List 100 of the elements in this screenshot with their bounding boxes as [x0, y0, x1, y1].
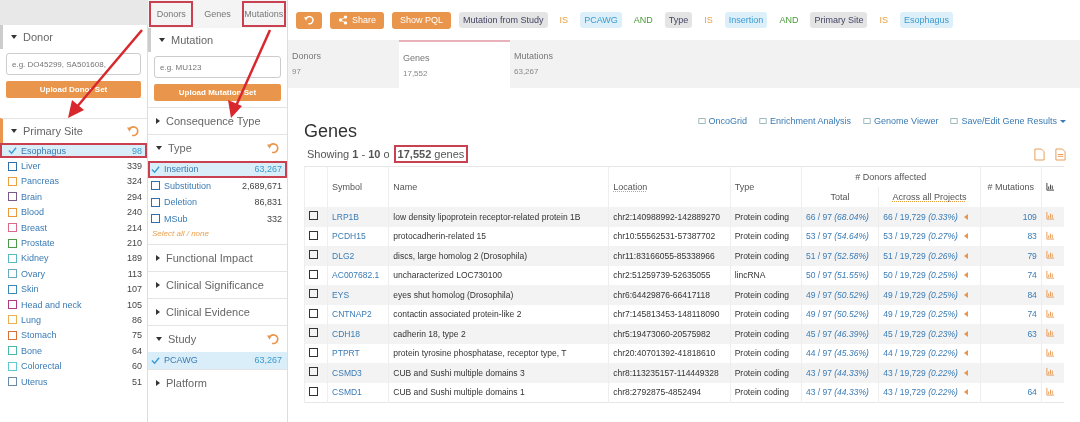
donor-count-link[interactable]: 51 / 97 (52.58%)	[805, 250, 869, 261]
facet-term[interactable]: Uterus 51	[0, 373, 147, 390]
facet-term[interactable]: MSub 332	[148, 210, 287, 227]
donor-count-link[interactable]: 44 / 97 (45.36%)	[805, 348, 869, 359]
facet-term[interactable]: Insertion 63,267	[148, 161, 287, 178]
result-tab[interactable]: Mutations 63,267	[510, 40, 621, 88]
checkbox[interactable]	[8, 223, 17, 233]
export-icon[interactable]	[1034, 147, 1045, 161]
donor-count-link[interactable]: 49 / 19,729 (0.25%)	[883, 309, 958, 320]
facet-header[interactable]: Platform	[148, 368, 287, 396]
checkbox[interactable]	[8, 269, 17, 279]
checkbox[interactable]	[8, 284, 17, 294]
bar-chart-icon[interactable]	[1045, 181, 1055, 191]
checkbox[interactable]	[8, 238, 17, 248]
result-tab[interactable]: Donors 97	[288, 40, 399, 88]
mutation-count-link[interactable]: 79	[1027, 250, 1037, 261]
facet-header[interactable]: Clinical Evidence	[148, 298, 287, 325]
donor-count-link[interactable]: 53 / 97 (54.64%)	[805, 231, 869, 242]
donor-count-link[interactable]: 50 / 97 (51.55%)	[805, 270, 869, 281]
donor-count-link[interactable]: 45 / 97 (46.39%)	[805, 328, 869, 339]
checkbox[interactable]	[8, 161, 17, 171]
checkbox[interactable]	[8, 346, 17, 356]
checkbox[interactable]	[151, 181, 160, 191]
checkbox[interactable]	[8, 315, 17, 325]
mutation-count-link[interactable]: 74	[1027, 309, 1037, 320]
facet-term[interactable]: Colorectal 60	[0, 358, 147, 374]
action-link[interactable]: OncoGrid	[697, 116, 747, 126]
mutation-count-link[interactable]: 109	[1022, 211, 1037, 222]
checkbox[interactable]	[309, 230, 318, 240]
query-chip[interactable]: Type	[664, 12, 693, 28]
donor-count-link[interactable]: 49 / 19,729 (0.25%)	[883, 289, 958, 300]
checkbox[interactable]	[309, 250, 318, 260]
checkbox[interactable]	[8, 176, 17, 186]
checkbox[interactable]	[309, 211, 318, 221]
facet-term[interactable]: Ovary 113	[0, 266, 147, 282]
donor-count-link[interactable]: 44 / 19,729 (0.22%)	[883, 348, 958, 359]
gene-link[interactable]: LRP1B	[332, 211, 359, 222]
gene-link[interactable]: CDH18	[332, 328, 360, 339]
donor-count-link[interactable]: 49 / 97 (50.52%)	[805, 289, 869, 300]
facet-header[interactable]: Functional Impact	[148, 244, 287, 271]
facet-term[interactable]: Liver 339	[0, 158, 147, 174]
gene-link[interactable]: CNTNAP2	[332, 309, 372, 320]
donor-count-link[interactable]: 43 / 97 (44.33%)	[805, 367, 869, 378]
donor-count-link[interactable]: 66 / 19,729 (0.33%)	[883, 211, 958, 222]
checkbox[interactable]	[8, 253, 17, 263]
facet-term[interactable]: Blood 240	[0, 204, 147, 220]
facet-term[interactable]: Deletion 86,831	[148, 194, 287, 211]
donor-count-link[interactable]: 50 / 19,729 (0.25%)	[883, 270, 958, 281]
action-link[interactable]: Genome Viewer	[863, 116, 939, 126]
query-chip[interactable]: PCAWG	[580, 12, 622, 28]
undo-icon[interactable]	[267, 142, 279, 154]
checkbox[interactable]	[8, 361, 17, 371]
gene-link[interactable]: EYS	[332, 289, 350, 300]
facet-header[interactable]: Donor	[0, 25, 147, 49]
gene-link[interactable]: PTPRT	[332, 348, 360, 359]
mutation-search-field[interactable]: e.g. MU123	[154, 56, 281, 78]
facet-tab[interactable]: Donors	[148, 0, 195, 28]
facet-term[interactable]: Lung 86	[0, 312, 147, 328]
gene-link[interactable]: PCDH15	[332, 231, 366, 242]
facet-term[interactable]: Prostate 210	[0, 235, 147, 251]
facet-term[interactable]: Bone 64	[0, 343, 147, 359]
mutation-count-link[interactable]: 84	[1027, 289, 1037, 300]
checkbox[interactable]	[309, 289, 318, 299]
facet-term[interactable]: Brain 294	[0, 189, 147, 205]
query-chip[interactable]: Mutation from Study	[459, 12, 548, 28]
donor-search-field[interactable]: e.g. DO45299, SA501608,	[6, 53, 141, 75]
facet-term[interactable]: Pancreas 324	[0, 173, 147, 190]
checkbox[interactable]	[8, 330, 17, 340]
undo-icon[interactable]	[127, 125, 139, 137]
mutation-count-link[interactable]: 83	[1027, 231, 1037, 242]
donor-count-link[interactable]: 43 / 19,729 (0.22%)	[883, 367, 958, 378]
donor-count-link[interactable]: 45 / 19,729 (0.23%)	[883, 328, 958, 339]
mutation-count-link[interactable]: 64	[1027, 387, 1037, 398]
facet-tab[interactable]: Genes	[194, 0, 241, 28]
donor-count-link[interactable]: 43 / 19,729 (0.22%)	[883, 387, 958, 398]
facet-header[interactable]: Clinical Significance	[148, 271, 287, 298]
gene-link[interactable]: DLG2	[332, 250, 355, 261]
gene-link[interactable]: CSMD3	[332, 367, 362, 378]
facet-term[interactable]: Breast 214	[0, 219, 147, 236]
checkbox[interactable]	[8, 207, 17, 217]
gene-link[interactable]: AC007682.1	[332, 270, 380, 281]
query-chip[interactable]: Esophagus	[899, 12, 953, 28]
checkbox[interactable]	[309, 269, 318, 279]
undo-button[interactable]	[296, 11, 322, 29]
checkbox[interactable]	[8, 300, 17, 310]
mutation-count-link[interactable]: 63	[1027, 328, 1037, 339]
checkbox[interactable]	[151, 197, 160, 207]
donor-count-link[interactable]: 66 / 97 (68.04%)	[805, 211, 869, 222]
checkbox[interactable]	[309, 347, 318, 357]
checkbox[interactable]	[8, 377, 17, 387]
donor-count-link[interactable]: 43 / 97 (44.33%)	[805, 387, 869, 398]
facet-term[interactable]: PCAWG 63,267	[148, 352, 287, 369]
facet-tab[interactable]: Mutations	[240, 0, 287, 28]
checkbox[interactable]	[309, 328, 318, 338]
checkbox[interactable]	[151, 214, 160, 224]
facet-term[interactable]: Stomach 75	[0, 327, 147, 344]
donor-count-link[interactable]: 51 / 19,729 (0.26%)	[883, 250, 958, 261]
checkbox[interactable]	[8, 192, 17, 202]
checkbox[interactable]	[309, 308, 318, 318]
facet-term[interactable]: Skin 107	[0, 281, 147, 297]
